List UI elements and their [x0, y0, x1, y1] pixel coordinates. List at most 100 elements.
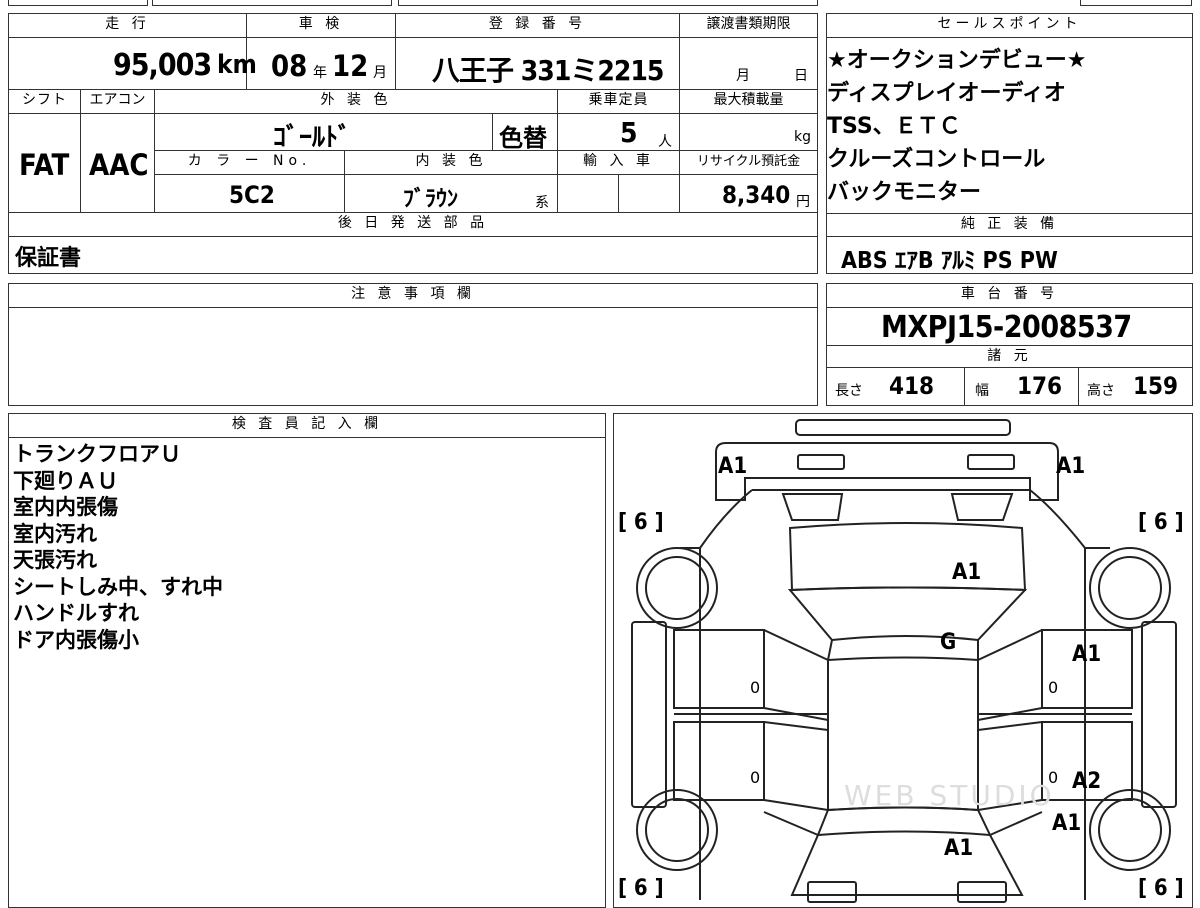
inspector-line: トランクフロアＵ [13, 442, 181, 466]
capacity-value: 5 [620, 116, 638, 149]
recycle-unit: 円 [796, 194, 810, 210]
registration-cell: 八王子 331ミ2215 [396, 38, 680, 90]
capacity-unit: 人 [658, 134, 672, 150]
sales-point-line: バックモニター [827, 180, 982, 205]
sales-point-line: ★オークションデビュー★ [827, 48, 1087, 73]
top-strip [0, 0, 1200, 6]
spec-width-label: 幅 [975, 383, 989, 399]
sales-points-list: ★オークションデビュー★ ディスプレイオーディオ TSS、ＥＴＣ クルーズコント… [827, 44, 1086, 209]
mark-roof-rear: A1 [944, 836, 974, 861]
later-parts-value: 保証書 [15, 246, 82, 271]
inspector-title: 検 査 員 記 入 欄 [9, 414, 605, 438]
mileage-value: 95,003 [113, 48, 212, 83]
tire-br: [ 6 ] [1138, 876, 1184, 901]
notes-title: 注 意 事 項 欄 [9, 284, 817, 308]
mileage-cell: 95,003 km [9, 38, 257, 90]
mark-windshield: G [940, 630, 957, 655]
mark-hood: A1 [952, 560, 982, 585]
chassis-title: 車 台 番 号 [827, 284, 1192, 308]
color-no-cell: 5C2 [155, 175, 345, 213]
capacity-cell: 5 人 [558, 114, 680, 151]
interior-suffix: 系 [535, 195, 549, 211]
equipment-title: 純 正 装 備 [827, 213, 1192, 237]
door-zero: 0 [1048, 768, 1059, 787]
mark-front-left: A1 [718, 454, 748, 479]
spec-length-label: 長さ [835, 383, 863, 399]
spec-height-label: 高さ [1087, 383, 1115, 399]
transfer-label: 譲渡書類期限 [680, 14, 817, 38]
car-diagram-box: WEB STUDIO A1 A1 A1 G A1 A2 A1 A1 [ 6 ] … [613, 413, 1193, 908]
inspector-line: 室内内張傷 [13, 495, 118, 519]
registration-value: 八王子 331ミ2215 [432, 54, 664, 87]
spec-height-cell: 高さ 159 [1079, 368, 1192, 405]
capacity-label: 乗車定員 [558, 90, 680, 114]
door-zero: 0 [750, 678, 761, 697]
interior-value: ﾌﾞﾗｳﾝ [403, 187, 459, 212]
inspector-line: 下廻りＡＵ [13, 468, 118, 493]
transfer-month-unit: 月 [736, 68, 750, 84]
tire-tl: [ 6 ] [618, 510, 664, 535]
inspector-line: 室内汚れ [13, 521, 97, 546]
inspection-year: 08 [271, 49, 308, 83]
spec-width-value: 176 [1017, 372, 1063, 400]
color-no-label: カ ラ ー No. [155, 151, 345, 175]
watermark: WEB STUDIO [844, 779, 1055, 812]
equipment-value: ABS ｴｱB ｱﾙﾐ PS PW [841, 248, 1058, 274]
exterior-value: ｺﾞｰﾙﾄﾞ [273, 123, 352, 153]
spec-width-cell: 幅 176 [965, 368, 1079, 405]
transfer-day-unit: 日 [794, 68, 808, 84]
repaint-cell: 色替 [493, 114, 558, 152]
sales-point-line: クルーズコントロール [827, 147, 1046, 172]
spec-length-cell: 長さ 418 [827, 368, 965, 405]
exterior-label: 外 装 色 [155, 90, 558, 114]
vehicle-info-table: 走 行 車 検 登 録 番 号 譲渡書類期限 95,003 km 08 年 12… [8, 13, 818, 274]
notes-box: 注 意 事 項 欄 [8, 283, 818, 406]
maxload-label: 最大積載量 [680, 90, 817, 114]
aircon-label: エアコン [81, 90, 155, 114]
import-cell-2 [619, 175, 680, 213]
sales-point-line: ディスプレイオーディオ [827, 81, 1066, 106]
aircon-value: AAC [89, 148, 149, 182]
maxload-unit: kg [794, 129, 811, 145]
door-zero: 0 [750, 768, 761, 787]
shift-value: FAT [19, 148, 70, 182]
interior-label: 内 装 色 [345, 151, 558, 175]
maxload-cell: kg [680, 114, 817, 151]
chassis-box: 車 台 番 号 MXPJ15-2008537 諸 元 長さ 418 幅 176 … [826, 283, 1193, 406]
inspector-box: 検 査 員 記 入 欄 トランクフロアＵ 下廻りＡＵ 室内内張傷 室内汚れ 天張… [8, 413, 606, 908]
inspection-year-unit: 年 [313, 65, 327, 81]
sales-points-box: セールスポイント ★オークションデビュー★ ディスプレイオーディオ TSS、ＥＴ… [826, 13, 1193, 274]
inspector-line: ドア内張傷小 [13, 627, 139, 652]
import-label: 輸 入 車 [558, 151, 680, 175]
sales-points-title: セールスポイント [827, 14, 1192, 38]
spec-length-value: 418 [889, 372, 935, 400]
registration-label: 登 録 番 号 [396, 14, 680, 38]
import-cell-1 [558, 175, 619, 213]
transfer-cell: 月 日 [680, 38, 817, 90]
inspector-line: シートしみ中、すれ中 [13, 574, 223, 599]
inspector-line: 天張汚れ [13, 548, 97, 572]
mark-rear-fender-right: A1 [1052, 811, 1082, 836]
inspection-cell: 08 年 12 月 [247, 38, 396, 90]
mileage-label: 走 行 [9, 14, 247, 38]
exterior-cell: ｺﾞｰﾙﾄﾞ [155, 114, 493, 153]
later-parts-label: 後 日 発 送 部 品 [9, 213, 817, 237]
color-no-value: 5C2 [229, 181, 275, 209]
shift-cell: FAT [9, 114, 81, 213]
aircon-cell: AAC [81, 114, 155, 213]
inspector-list: トランクフロアＵ 下廻りＡＵ 室内内張傷 室内汚れ 天張汚れ シートしみ中、すれ… [13, 441, 223, 653]
sales-point-line: TSS、ＥＴＣ [827, 114, 961, 139]
door-zero: 0 [1048, 678, 1059, 697]
repaint-value: 色替 [499, 124, 547, 152]
interior-cell: ﾌﾞﾗｳﾝ 系 [345, 175, 558, 213]
specs-title: 諸 元 [827, 346, 1192, 368]
mark-front-door-right: A1 [1072, 642, 1102, 667]
inspector-line: ハンドルすれ [13, 601, 139, 625]
chassis-value: MXPJ15-2008537 [881, 310, 1132, 345]
inspection-label: 車 検 [247, 14, 396, 38]
recycle-value: 8,340 [722, 181, 791, 209]
mark-rear-door-right: A2 [1072, 769, 1102, 794]
inspection-month: 12 [332, 49, 369, 83]
car-diagram [630, 418, 1177, 903]
spec-height-value: 159 [1133, 372, 1179, 400]
